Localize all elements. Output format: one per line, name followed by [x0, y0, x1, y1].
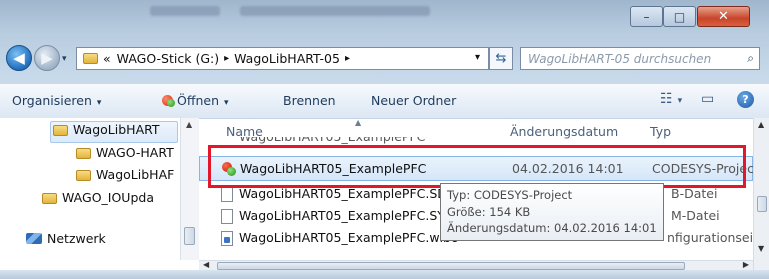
- scroll-thumb[interactable]: [757, 196, 767, 212]
- help-button[interactable]: ?: [737, 91, 754, 108]
- tooltip-type: Typ: CODESYS-Project: [447, 188, 573, 202]
- file-type: nfigurationsein: [667, 230, 753, 245]
- maximize-icon: □: [673, 9, 686, 24]
- close-icon: ✕: [718, 9, 729, 24]
- tree-item-wago-ioupdate[interactable]: WAGO_IOUpda: [40, 190, 180, 210]
- file-name: WagoLibHART05_ExamplePFC.SDB: [239, 186, 456, 201]
- close-button[interactable]: ✕: [697, 6, 750, 27]
- scroll-left-icon[interactable]: ◀: [203, 260, 209, 269]
- tree-item-wagolibhaf[interactable]: WagoLibHAF: [74, 167, 180, 187]
- explorer-window: – □ ✕ ◀ ▶ ▾ « WAGO-Stick (G:) ▸ WagoLibH…: [0, 0, 769, 279]
- tree-item-network[interactable]: Netzwerk: [26, 231, 176, 251]
- sort-arrow-icon: ▲: [355, 118, 362, 127]
- navigation-pane: WagoLibHART WAGO-HART WagoLibHAF WAGO_IO…: [0, 118, 198, 268]
- chevron-down-icon: ▾: [677, 96, 683, 106]
- breadcrumb-separator-icon[interactable]: ▸: [345, 53, 350, 64]
- tree-item-wago-hart[interactable]: WAGO-HART: [74, 145, 180, 165]
- forward-button[interactable]: ▶: [34, 45, 60, 71]
- help-icon: ?: [742, 93, 749, 106]
- tooltip-date: Änderungsdatum: 04.02.2016 14:01: [447, 221, 657, 235]
- maximize-button[interactable]: □: [663, 6, 696, 27]
- file-icon: [221, 209, 233, 224]
- navigation-row: ◀ ▶ ▾ « WAGO-Stick (G:) ▸ WagoLibHART-05…: [0, 42, 769, 76]
- address-bar[interactable]: « WAGO-Stick (G:) ▸ WagoLibHART-05 ▸ ▾: [76, 47, 489, 70]
- scroll-down-icon[interactable]: ▼: [758, 244, 764, 253]
- preview-pane-button[interactable]: ▭: [701, 91, 714, 107]
- forward-arrow-icon: ▶: [41, 49, 53, 67]
- chevron-down-icon: ▾: [96, 98, 102, 108]
- tooltip-size: Größe: 154 KB: [447, 204, 531, 219]
- view-icon: ☷: [660, 91, 673, 107]
- minimize-button[interactable]: –: [630, 6, 663, 27]
- chevron-down-icon: ▾: [224, 98, 229, 108]
- refresh-icon: ⇆: [495, 51, 507, 66]
- breadcrumb-overflow[interactable]: «: [103, 51, 111, 66]
- tree-item-label: WAGO-HART: [96, 145, 174, 160]
- window-bottom-frame: [0, 270, 769, 279]
- tree-item-label: Netzwerk: [47, 231, 106, 246]
- codesys-icon: [162, 95, 175, 107]
- file-type: B-Datei: [671, 186, 718, 201]
- file-info-tooltip: Typ: CODESYS-Project Größe: 154 KB Änder…: [440, 183, 664, 241]
- scroll-right-icon[interactable]: ▶: [743, 260, 749, 269]
- file-name: WagoLibHART05_ExamplePFC: [239, 137, 425, 144]
- command-bar: Organisieren ▾ Öffnen ▾ Brennen Neuer Ordn…: [0, 84, 769, 119]
- blurred-title-area: [240, 6, 430, 16]
- scroll-up-icon[interactable]: ▲: [758, 120, 764, 129]
- back-button[interactable]: ◀: [6, 45, 32, 71]
- refresh-button[interactable]: ⇆: [489, 47, 513, 70]
- recent-pages-dropdown[interactable]: ▾: [62, 54, 67, 64]
- tree-item-label: WagoLibHAF: [96, 167, 175, 182]
- organize-label: Organisieren: [12, 93, 92, 108]
- search-input[interactable]: WagoLibHART-05 durchsuchen ⌕: [520, 47, 760, 70]
- file-list-scrollbar[interactable]: ▲ ▼: [753, 118, 769, 270]
- config-file-icon: [221, 231, 233, 246]
- back-arrow-icon: ◀: [13, 49, 25, 67]
- title-bar: – □ ✕ ◀ ▶ ▾ « WAGO-Stick (G:) ▸ WagoLibH…: [0, 0, 769, 84]
- scroll-up-icon[interactable]: ▲: [186, 120, 192, 129]
- folder-icon: [76, 148, 91, 159]
- highlight-annotation: [208, 145, 746, 188]
- file-name: WagoLibHART05_ExamplePFC.SYM: [239, 208, 456, 223]
- search-icon[interactable]: ⌕: [747, 51, 754, 66]
- change-view-button[interactable]: ☷ ▾: [660, 91, 682, 107]
- folder-icon: [83, 53, 98, 64]
- breadcrumb-folder[interactable]: WagoLibHART-05: [234, 51, 340, 66]
- file-icon: [221, 187, 233, 202]
- address-history-dropdown-icon[interactable]: ▾: [475, 52, 480, 63]
- folder-icon: [76, 170, 91, 181]
- network-icon: [26, 233, 42, 244]
- scroll-thumb[interactable]: [217, 262, 685, 270]
- burn-button[interactable]: Brennen: [283, 93, 336, 108]
- folder-icon: [42, 193, 57, 204]
- tree-item-wagolibhart[interactable]: WagoLibHART: [50, 121, 178, 143]
- tree-item-label: WagoLibHART: [73, 122, 160, 137]
- breadcrumb-separator-icon[interactable]: ▸: [224, 53, 229, 64]
- minimize-icon: –: [643, 9, 650, 24]
- file-name: WagoLibHART05_ExamplePFC.wibo: [239, 230, 459, 245]
- navigation-pane-scrollbar[interactable]: ▲: [180, 118, 199, 260]
- search-placeholder: WagoLibHART-05 durchsuchen: [528, 51, 712, 66]
- open-menu[interactable]: Öffnen ▾: [162, 93, 229, 108]
- new-folder-button[interactable]: Neuer Ordner: [371, 93, 456, 108]
- organize-menu[interactable]: Organisieren ▾: [12, 93, 101, 108]
- folder-icon: [53, 125, 68, 136]
- preview-pane-icon: ▭: [701, 91, 715, 107]
- open-label: Öffnen: [177, 93, 219, 108]
- blurred-title-area: [150, 6, 220, 16]
- scroll-thumb[interactable]: [184, 227, 195, 245]
- tree-item-label: WAGO_IOUpda: [62, 190, 154, 205]
- breadcrumb-drive[interactable]: WAGO-Stick (G:): [117, 51, 219, 66]
- file-type: M-Datei: [671, 208, 720, 223]
